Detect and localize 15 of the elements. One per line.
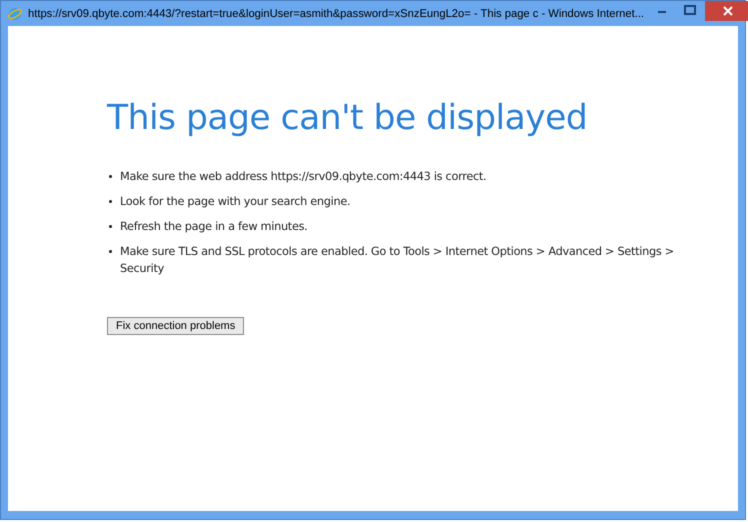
bullet-text: Refresh the page in a few minutes. <box>120 219 308 235</box>
bullet-icon <box>109 200 112 203</box>
bullet-icon <box>109 175 112 178</box>
globe-icon <box>7 6 23 22</box>
close-icon <box>723 6 734 16</box>
error-heading: This page can't be displayed <box>107 98 588 138</box>
maximize-icon <box>684 5 696 15</box>
bullet-text: Look for the page with your search engine. <box>120 194 350 210</box>
bullet-icon <box>109 225 112 228</box>
window-title: https://srv09.qbyte.com:4443/?restart=true&loginUser=asmith&password=xSnzEungL2o= - This page c - Windows Internet... <box>28 8 644 20</box>
bullet-text: Make sure TLS and SSL protocols are enabled. Go to Tools > Internet Options > Advanced > Settings > Security <box>120 244 675 277</box>
fix-connection-button[interactable]: Fix connection problems <box>107 317 244 335</box>
bullet-text: Make sure the web address https://srv09.qbyte.com:4443 is correct. <box>120 169 486 185</box>
close-button[interactable] <box>705 1 748 21</box>
bullet-icon <box>109 250 112 253</box>
